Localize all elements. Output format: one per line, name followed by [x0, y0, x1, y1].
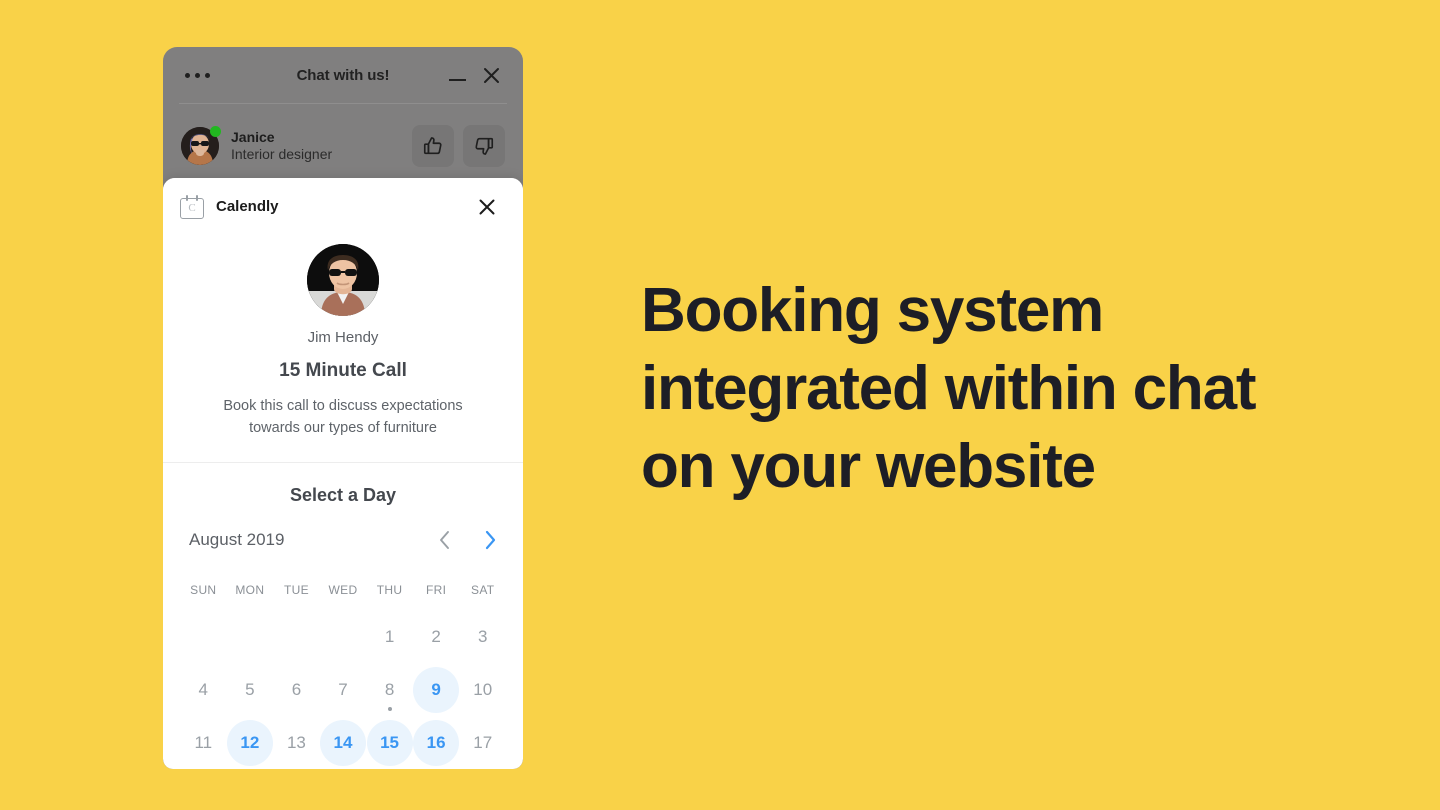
calendar-day-number: 12: [226, 720, 273, 767]
calendly-header: C Calendly: [163, 178, 523, 235]
calendly-brand-label: Calendly: [216, 198, 279, 215]
thumbs-up-icon[interactable]: [412, 125, 454, 167]
close-icon[interactable]: [482, 66, 501, 85]
calendar-day-number: 10: [473, 680, 493, 700]
chat-header: Chat with us!: [163, 47, 523, 104]
calendar-day[interactable]: 16: [413, 717, 460, 769]
calendar-day-empty: [273, 611, 320, 664]
calendar-day-number: 17: [473, 733, 493, 753]
calendar-day-number: 14: [319, 720, 366, 767]
avatar: [181, 126, 221, 165]
weekday-label: THU: [376, 582, 403, 597]
weekday-label: WED: [328, 582, 358, 597]
chevron-left-icon[interactable]: [438, 530, 451, 550]
event-summary: Jim Hendy 15 Minute Call Book this call …: [163, 244, 523, 463]
host-avatar: [307, 244, 379, 316]
calendar-day-empty: [227, 611, 274, 664]
calendar-day-number: 6: [291, 680, 302, 700]
agent-name: Janice: [231, 128, 275, 145]
calendar-day-number: 16: [413, 720, 460, 767]
minimize-icon[interactable]: [449, 70, 466, 82]
agent-role: Interior designer: [231, 146, 333, 162]
window-controls: [449, 66, 501, 85]
agent-info: Janice Interior designer: [231, 129, 332, 164]
weekday-header-row: SUN MON TUE WED THU FRI SAT: [163, 583, 523, 597]
calendar-icon-letter: C: [188, 201, 196, 214]
calendar-day: 17: [459, 717, 506, 769]
calendar-day: 13: [273, 717, 320, 769]
calendar-day-number: [320, 614, 366, 660]
calendar-day: 4: [180, 664, 227, 717]
calendar-day-number: 7: [338, 680, 348, 700]
month-navigation: August 2019: [163, 525, 523, 555]
calendar-day: 2: [413, 611, 460, 664]
calendar-day-number: 3: [477, 627, 488, 647]
calendly-panel: C Calendly Jim Hendy 15 Minute Call Book…: [163, 178, 523, 769]
calendar-day: 10: [459, 664, 506, 717]
weekday-label: TUE: [283, 582, 309, 597]
select-a-day-heading: Select a Day: [289, 484, 397, 505]
calendar-day: 3: [459, 611, 506, 664]
calendar-day-number: [227, 614, 273, 660]
weekday-label: FRI: [426, 582, 447, 597]
calendly-body: Jim Hendy 15 Minute Call Book this call …: [163, 235, 523, 769]
calendar-day: 1: [366, 611, 413, 664]
online-status-dot: [210, 126, 221, 137]
host-name: Jim Hendy: [307, 329, 379, 346]
calendar-day[interactable]: 14: [319, 717, 367, 769]
feedback-buttons: [412, 125, 505, 167]
calendar-day-number: 1: [384, 627, 395, 647]
page-headline: Booking system integrated within chat on…: [641, 276, 1257, 502]
ellipsis-icon[interactable]: [185, 73, 210, 78]
weekday-label: SUN: [190, 582, 217, 597]
calendar-day: 7: [320, 664, 367, 717]
calendar-day-number: 11: [194, 733, 213, 753]
calendar-day[interactable]: 15: [366, 717, 413, 769]
calendar-day-number: 9: [413, 667, 460, 714]
calendar-day-number: 4: [198, 680, 209, 700]
calendar-day: 8: [366, 664, 413, 717]
month-label: August 2019: [189, 529, 285, 549]
calendar-day: 5: [227, 664, 274, 717]
weekday-label: MON: [235, 582, 265, 597]
chevron-right-icon[interactable]: [484, 530, 497, 550]
agent-row: Janice Interior designer: [163, 104, 523, 174]
calendar-days-grid: 1 2 3 4 5 6 7 8 9 10 11 12 13 14 15 16 17: [163, 611, 523, 769]
calendar-day-number: [273, 614, 319, 660]
calendar-day: 11: [180, 717, 227, 769]
thumbs-down-icon[interactable]: [463, 125, 505, 167]
calendar-day-number: [180, 614, 226, 660]
calendar-day-empty: [320, 611, 367, 664]
event-title: 15 Minute Call: [279, 360, 407, 381]
calendar-day: 6: [273, 664, 320, 717]
calendar-day-number: 15: [366, 720, 413, 767]
close-icon[interactable]: [477, 197, 497, 217]
calendar-day-empty: [180, 611, 227, 664]
month-nav-buttons: [438, 530, 497, 550]
calendar-day[interactable]: 9: [413, 664, 460, 717]
calendar-day-number: 5: [245, 680, 255, 700]
calendar-day[interactable]: 12: [226, 717, 274, 769]
chat-widget: Chat with us! Janice Interior designer C…: [163, 47, 523, 769]
calendar-day-number: 13: [286, 733, 306, 753]
event-description: Book this call to discuss expectations t…: [223, 398, 463, 437]
weekday-label: SAT: [471, 582, 495, 597]
calendar-day-number: 2: [431, 627, 441, 647]
calendar-c-icon: C: [180, 194, 204, 219]
today-indicator-dot: [387, 706, 392, 711]
